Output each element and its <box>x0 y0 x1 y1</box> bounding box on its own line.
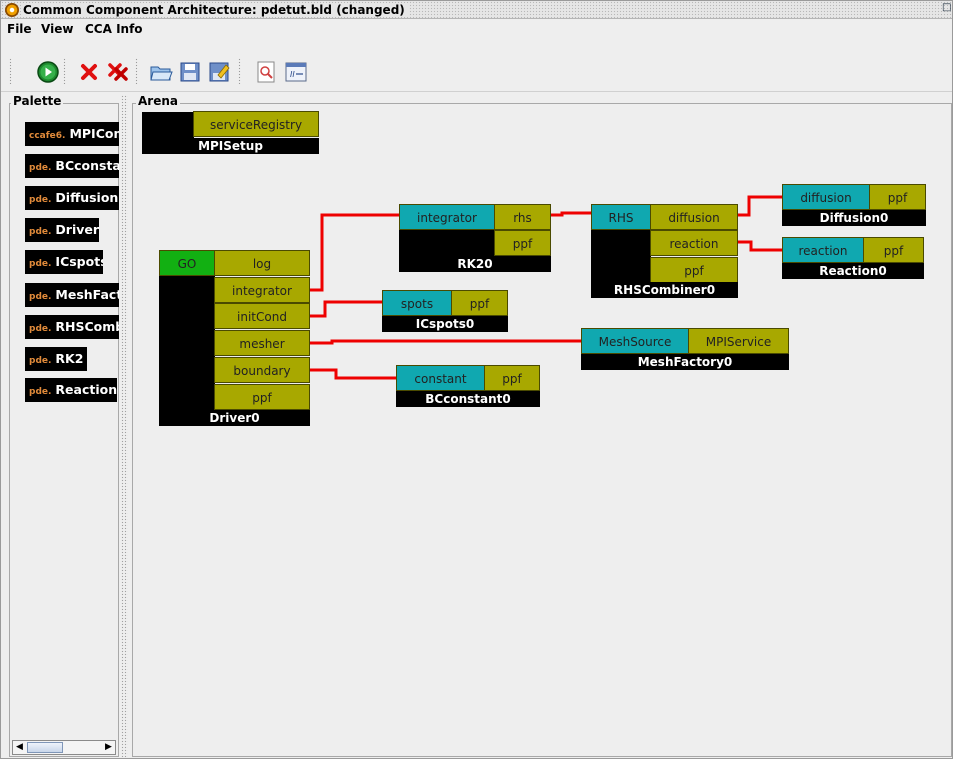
wire-rk2-rhs-rhscombiner <box>551 211 591 217</box>
component-meshfactory0-label[interactable]: MeshFactory0 <box>581 354 789 370</box>
toolbar-separator <box>63 58 66 84</box>
wire-driver-initcond-icspots <box>310 300 382 318</box>
scroll-right-icon[interactable]: ▶ <box>102 741 115 754</box>
go-icon <box>37 61 59 83</box>
remove-all-button[interactable] <box>104 58 130 84</box>
menu-view[interactable]: View <box>41 22 73 36</box>
remove-button[interactable] <box>75 58 101 84</box>
port-ppf[interactable]: ppf <box>863 237 924 263</box>
maximize-icon[interactable]: □ <box>942 3 952 13</box>
port-ppf[interactable]: ppf <box>484 365 540 391</box>
scroll-left-icon[interactable]: ◀ <box>13 741 26 754</box>
port-reaction[interactable]: reaction <box>650 230 738 256</box>
print-button[interactable] <box>252 58 278 84</box>
component-body[interactable] <box>159 276 215 412</box>
toolbar-grip <box>9 58 12 84</box>
component-mpisetup-label[interactable]: MPISetup <box>142 138 319 154</box>
port-reaction-provides[interactable]: reaction <box>782 237 864 263</box>
component-body[interactable] <box>142 112 194 140</box>
port-go[interactable]: GO <box>159 250 215 276</box>
component-rhscombiner0-label[interactable]: RHSCombiner0 <box>591 282 738 298</box>
wire-rhscombiner-diffusion <box>738 195 782 217</box>
save-button[interactable] <box>176 58 202 84</box>
palette-item-reaction[interactable]: pde. Reaction <box>25 378 117 402</box>
menu-file[interactable]: File <box>7 22 32 36</box>
port-log[interactable]: log <box>214 250 310 276</box>
port-integrator-provides[interactable]: integrator <box>399 204 495 230</box>
palette-item-mpicomponent[interactable]: ccafe6.MPIComponent <box>25 122 119 146</box>
palette-item-icspots[interactable]: pde. ICspots <box>25 250 103 274</box>
app-window: Common Component Architecture: pdetut.bl… <box>0 0 953 759</box>
palette-item-diffusion[interactable]: pde. Diffusion <box>25 186 119 210</box>
run-button[interactable] <box>34 58 60 84</box>
port-ppf[interactable]: ppf <box>451 290 508 316</box>
arena-panel: Arena serviceRegistry MPISetup GO log in… <box>132 95 952 757</box>
component-body[interactable] <box>591 230 651 284</box>
port-meshsource[interactable]: MeshSource <box>581 328 689 354</box>
component-reaction0-label[interactable]: Reaction0 <box>782 263 924 279</box>
wire-driver-mesher-meshfactory <box>310 339 581 345</box>
palette-item-meshfactory[interactable]: pde.MeshFactory <box>25 283 119 307</box>
component-bcconstant0-label[interactable]: BCconstant0 <box>396 391 540 407</box>
menu-bar: File View CCA Info <box>1 20 952 38</box>
port-rhs[interactable]: rhs <box>494 204 551 230</box>
svg-text:II: II <box>290 70 295 79</box>
script-button[interactable]: II <box>282 58 308 84</box>
port-ppf[interactable]: ppf <box>214 384 310 410</box>
window-title: Common Component Architecture: pdetut.bl… <box>23 3 409 17</box>
toolbar-separator <box>135 58 138 84</box>
palette-panel: Palette ccafe6.MPIComponent pde.BCconsta… <box>9 95 119 757</box>
component-icspots0-label[interactable]: ICspots0 <box>382 316 508 332</box>
palette-item-rhscombiner[interactable]: pde.RHSCombiner <box>25 315 119 339</box>
port-initcond[interactable]: initCond <box>214 303 310 329</box>
port-integrator[interactable]: integrator <box>214 277 310 303</box>
port-mpiservice[interactable]: MPIService <box>688 328 789 354</box>
open-button[interactable] <box>147 58 173 84</box>
port-diffusion[interactable]: diffusion <box>650 204 738 230</box>
delete-icon <box>81 64 97 80</box>
component-rk20-label[interactable]: RK20 <box>399 256 551 272</box>
toolbar-separator <box>238 58 241 84</box>
component-body[interactable] <box>399 230 495 258</box>
port-boundary[interactable]: boundary <box>214 357 310 383</box>
scrollbar-thumb[interactable] <box>27 742 63 753</box>
save-icon <box>180 62 200 82</box>
palette-title: Palette <box>11 94 64 108</box>
port-spots[interactable]: spots <box>382 290 452 316</box>
component-diffusion0-label[interactable]: Diffusion0 <box>782 210 926 226</box>
wire-rhscombiner-reaction <box>738 240 782 252</box>
title-bar[interactable]: Common Component Architecture: pdetut.bl… <box>1 1 952 19</box>
save-as-icon <box>209 62 230 82</box>
port-ppf[interactable]: ppf <box>650 257 738 283</box>
panel-splitter[interactable] <box>121 95 128 757</box>
cca-logo-icon <box>5 3 19 17</box>
toolbar: II <box>1 38 952 92</box>
port-ppf[interactable]: ppf <box>869 184 926 210</box>
palette-item-driver[interactable]: pde. Driver <box>25 218 99 242</box>
wire-driver-integrator-rk2 <box>310 213 399 292</box>
port-constant[interactable]: constant <box>396 365 485 391</box>
menu-cca-info[interactable]: CCA Info <box>85 22 143 36</box>
print-preview-icon <box>257 61 275 83</box>
port-ppf[interactable]: ppf <box>494 230 551 256</box>
delete-all-icon <box>108 63 128 81</box>
component-driver0-label[interactable]: Driver0 <box>159 410 310 426</box>
port-rhs-provides[interactable]: RHS <box>591 204 651 230</box>
port-diffusion-provides[interactable]: diffusion <box>782 184 870 210</box>
wire-driver-boundary-bcconstant <box>310 368 396 380</box>
palette-item-rk2[interactable]: pde. RK2 <box>25 347 87 371</box>
port-mesher[interactable]: mesher <box>214 330 310 356</box>
script-window-icon: II <box>285 62 307 82</box>
folder-open-icon <box>150 66 173 81</box>
palette-item-bcconstant[interactable]: pde.BCconstant <box>25 154 119 178</box>
port-serviceregistry[interactable]: serviceRegistry <box>193 111 319 137</box>
save-as-button[interactable] <box>205 58 231 84</box>
palette-horizontal-scrollbar[interactable]: ◀ ▶ <box>12 740 116 755</box>
